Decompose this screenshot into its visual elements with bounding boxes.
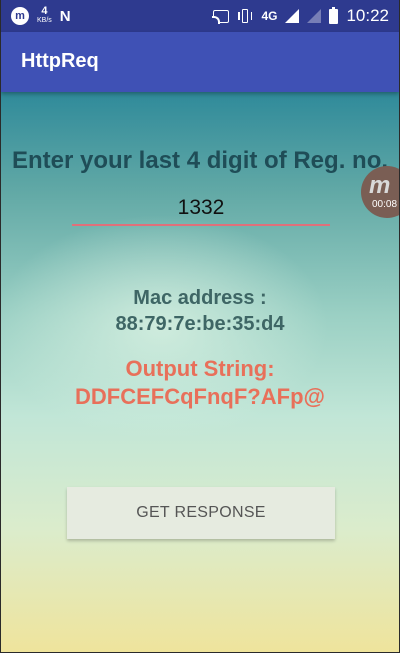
net-speed: 4 KB/s (37, 5, 52, 25)
mac-address-value: 88:79:7e:be:35:d4 (115, 313, 285, 335)
recorder-logo-icon: m (369, 172, 391, 199)
reg-number-input[interactable] (72, 192, 330, 226)
main-content: Enter your last 4 digit of Reg. no. Mac … (1, 92, 399, 652)
status-right: 4G 10:22 (212, 5, 389, 27)
output-string-label: Output String: (125, 356, 275, 381)
net-speed-unit: KB/s (37, 17, 52, 24)
output-string-value: DDFCEFCqFnqF?AFp@ (75, 384, 325, 409)
battery-icon (329, 6, 339, 24)
net-speed-value: 4 (41, 5, 48, 17)
n-icon: N (59, 7, 71, 25)
status-bar: m 4 KB/s N 4G 10:22 (1, 0, 399, 32)
get-response-button[interactable]: GET RESPONSE (67, 487, 335, 539)
mac-address-label: Mac address : (133, 287, 267, 309)
m-app-icon: m (11, 7, 29, 25)
app-title: HttpReq (21, 50, 99, 72)
app-bar: HttpReq (1, 32, 399, 92)
signal-icon (285, 9, 300, 23)
recorder-timer: 00:08 (372, 199, 398, 210)
network-type: 4G (261, 9, 278, 23)
reg-prompt-label: Enter your last 4 digit of Reg. no. (11, 147, 389, 174)
cast-icon (212, 9, 230, 24)
status-left: m 4 KB/s N (11, 5, 71, 27)
signal-empty-icon (307, 9, 322, 23)
clock: 10:22 (346, 6, 389, 25)
vibrate-icon (237, 9, 253, 23)
phone-screen: m 4 KB/s N 4G 10:22 HttpReq Enter your l… (0, 0, 400, 653)
